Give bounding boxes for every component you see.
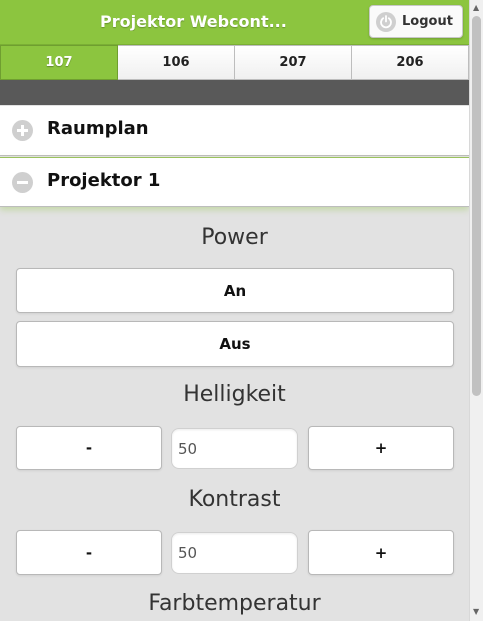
- power-icon: [376, 12, 396, 32]
- helligkeit-plus-button[interactable]: +: [308, 426, 454, 470]
- tab-room-207[interactable]: 207: [235, 45, 352, 80]
- farbtemperatur-title: Farbtemperatur: [148, 591, 321, 616]
- app: Projektor Webcont... Logout 107 106 207 …: [0, 0, 469, 621]
- helligkeit-value-field[interactable]: 50: [171, 428, 298, 469]
- tab-room-107[interactable]: 107: [0, 45, 118, 80]
- scroll-up-icon[interactable]: ▲: [473, 4, 479, 12]
- power-title: Power: [201, 225, 268, 250]
- projektor-label: Projektor 1: [47, 170, 161, 191]
- logout-button[interactable]: Logout: [369, 5, 463, 38]
- minus-icon: [12, 172, 33, 193]
- power-on-button[interactable]: An: [16, 268, 454, 313]
- tab-room-206[interactable]: 206: [352, 45, 469, 80]
- logout-label: Logout: [402, 14, 453, 29]
- helligkeit-title: Helligkeit: [183, 382, 286, 407]
- power-off-button[interactable]: Aus: [16, 321, 454, 367]
- helligkeit-minus-button[interactable]: -: [16, 426, 162, 470]
- kontrast-plus-button[interactable]: +: [308, 530, 454, 575]
- tab-room-106[interactable]: 106: [118, 45, 235, 80]
- header-bar: Projektor Webcont... Logout: [0, 0, 469, 45]
- divider-bar: [0, 80, 469, 105]
- room-tabs: 107 106 207 206: [0, 45, 469, 81]
- kontrast-minus-button[interactable]: -: [16, 530, 162, 575]
- scroll-down-icon[interactable]: ▼: [473, 608, 479, 616]
- vertical-scrollbar[interactable]: ▲ ▼: [469, 0, 483, 621]
- projektor-collapsible[interactable]: Projektor 1: [0, 157, 469, 207]
- plus-icon: [12, 120, 33, 141]
- raumplan-collapsible[interactable]: Raumplan: [0, 106, 469, 156]
- scrollbar-thumb[interactable]: [472, 16, 481, 396]
- app-title: Projektor Webcont...: [100, 12, 287, 31]
- raumplan-label: Raumplan: [47, 118, 149, 139]
- kontrast-value-field[interactable]: 50: [171, 532, 298, 574]
- kontrast-title: Kontrast: [188, 487, 281, 512]
